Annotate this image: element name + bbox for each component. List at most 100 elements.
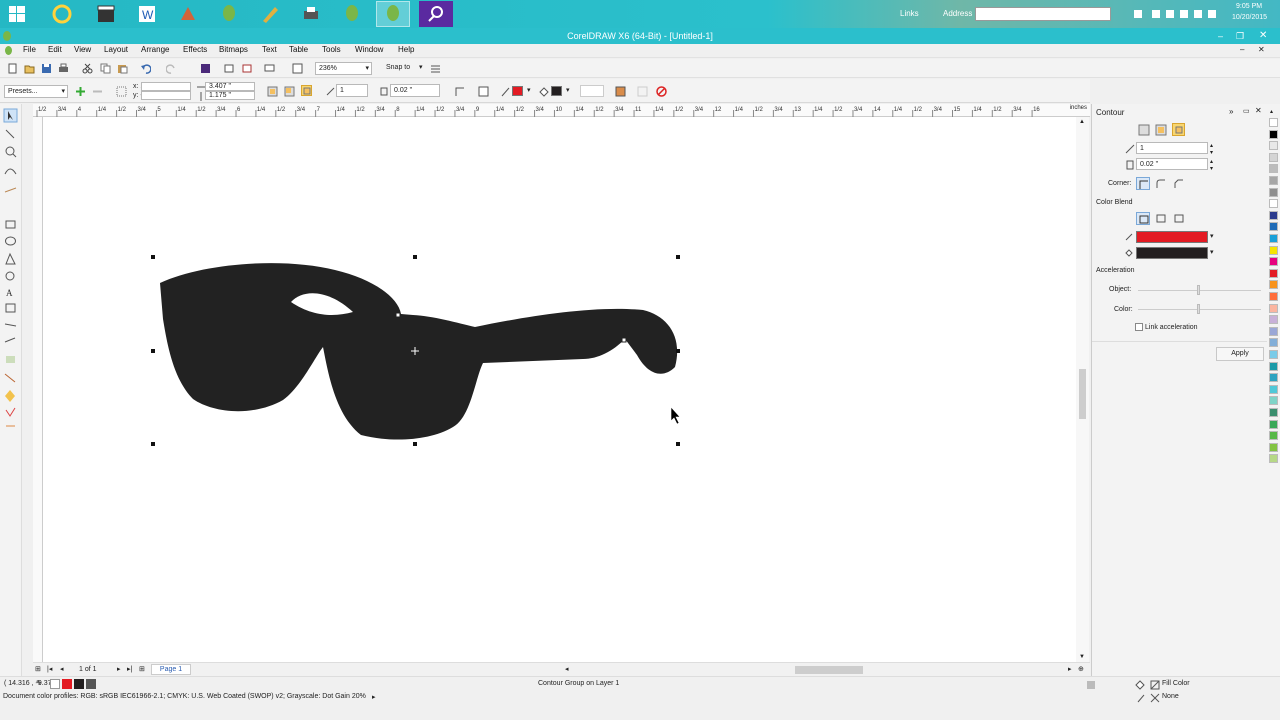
printer-taskbar-button[interactable] [294, 1, 328, 27]
doc-minimize-button[interactable]: – [1240, 45, 1244, 54]
redo-icon[interactable] [166, 63, 177, 74]
object-origin-icon[interactable] [116, 86, 127, 97]
linear-blend-icon[interactable] [1136, 212, 1150, 225]
menu-arrange[interactable]: Arrange [141, 45, 169, 54]
application-launcher-icon[interactable] [264, 63, 275, 74]
apply-button[interactable]: Apply [1216, 347, 1264, 361]
chevron-down-icon[interactable]: ▾ [419, 63, 423, 71]
vertical-scroll-thumb[interactable] [1079, 369, 1086, 419]
zoom-navigator-icon[interactable]: ⊕ [1078, 665, 1084, 673]
chevron-down-icon[interactable]: ▾ [1210, 248, 1214, 256]
palette-swatch[interactable] [1269, 442, 1278, 452]
palette-swatch[interactable] [1269, 338, 1278, 348]
ie-taskbar-button[interactable] [45, 1, 79, 27]
remove-preset-icon[interactable] [92, 86, 103, 97]
eyedropper-icon[interactable]: ✎ [36, 679, 42, 687]
fill-color-swatch[interactable] [551, 86, 562, 96]
palette-swatch[interactable] [1269, 431, 1278, 441]
palette-swatch[interactable] [1269, 419, 1278, 429]
corner-type-icon[interactable] [454, 86, 465, 97]
palette-swatch[interactable] [1269, 210, 1278, 220]
next-page-icon[interactable]: ▸ [117, 665, 121, 673]
add-preset-icon[interactable] [75, 86, 86, 97]
vertical-ruler[interactable] [33, 117, 43, 662]
corner-bevel-icon[interactable] [1172, 177, 1186, 190]
menu-view[interactable]: View [74, 45, 91, 54]
palette-swatch[interactable] [1269, 373, 1278, 383]
toolbox-icons[interactable]: A [0, 104, 22, 434]
docker-collapse-icon[interactable]: » [1229, 107, 1233, 116]
palette-swatch[interactable] [1269, 152, 1278, 162]
open-folder-icon[interactable] [24, 63, 35, 74]
black-swatch[interactable] [74, 679, 84, 689]
palette-scroll-up-icon[interactable]: ▴ [1270, 108, 1273, 115]
page-tab[interactable]: Page 1 [151, 664, 191, 675]
gray-swatch[interactable] [86, 679, 96, 689]
scroll-down-icon[interactable]: ▼ [1079, 654, 1085, 660]
palette-swatch[interactable] [1269, 303, 1278, 313]
palette-swatch[interactable] [1269, 268, 1278, 278]
palette-swatch[interactable] [1269, 234, 1278, 243]
outline-swatch[interactable] [1150, 693, 1160, 703]
contour-steps-field[interactable]: 1 [336, 84, 368, 97]
paste-icon[interactable] [117, 63, 128, 74]
offset-spinner[interactable]: ▴ ▾ [1210, 158, 1213, 172]
save-icon[interactable] [41, 63, 52, 74]
zoom-level-select[interactable]: 236% ▾ [315, 62, 372, 75]
contour-center-icon[interactable] [267, 86, 278, 97]
scroll-right-icon[interactable]: ▸ [1068, 665, 1072, 673]
search-taskbar-button[interactable] [419, 1, 453, 27]
tray-icons[interactable] [1132, 8, 1227, 20]
palette-swatch[interactable] [1269, 222, 1278, 232]
contour-offset-field[interactable]: 0.02 " [390, 84, 440, 97]
cut-icon[interactable] [82, 63, 93, 74]
welcome-screen-icon[interactable] [292, 63, 303, 74]
palette-swatch[interactable] [1269, 350, 1278, 359]
fill-swatch[interactable] [1150, 680, 1160, 690]
color-blend-icon[interactable] [478, 86, 489, 97]
palette-swatch[interactable] [1269, 292, 1278, 301]
start-button[interactable] [0, 1, 34, 27]
palette-swatch[interactable] [1269, 326, 1278, 336]
palette-swatch[interactable] [1269, 245, 1278, 255]
palette-swatch[interactable] [1269, 384, 1278, 394]
contour-inside-icon[interactable] [284, 86, 295, 97]
color-acceleration-thumb[interactable] [1197, 304, 1200, 314]
close-button[interactable]: ✕ [1259, 28, 1267, 44]
red-swatch[interactable] [62, 679, 72, 689]
drawing-canvas[interactable] [43, 117, 1076, 662]
maximize-button[interactable]: ❐ [1236, 28, 1244, 44]
no-color-swatch[interactable] [50, 679, 60, 689]
palette-swatch[interactable] [1269, 141, 1278, 151]
chevron-down-icon[interactable]: ▾ [1210, 232, 1214, 240]
word-taskbar-button[interactable]: W [130, 1, 164, 27]
clockwise-blend-icon[interactable] [1154, 212, 1168, 225]
contour-inside-icon[interactable] [1155, 124, 1167, 136]
outline-color-swatch[interactable] [512, 86, 523, 96]
corner-miter-icon[interactable] [1136, 177, 1150, 190]
scroll-left-icon[interactable]: ◂ [565, 665, 569, 673]
menu-edit[interactable]: Edit [48, 45, 62, 54]
horizontal-scroll-thumb[interactable] [795, 666, 863, 674]
page-layout-icon[interactable]: ⊞ [35, 665, 41, 673]
copy-contour-icon[interactable] [615, 86, 626, 97]
y-input-box[interactable] [141, 91, 191, 100]
export-icon[interactable] [224, 63, 235, 74]
object-acceleration-thumb[interactable] [1197, 285, 1200, 295]
menu-layout[interactable]: Layout [104, 45, 128, 54]
print-icon[interactable] [58, 63, 69, 74]
palette-swatch[interactable] [1269, 164, 1278, 174]
new-document-icon[interactable] [7, 63, 18, 74]
corel-taskbar-button[interactable] [212, 1, 246, 27]
contour-outside-icon[interactable] [301, 85, 312, 96]
import-icon[interactable] [200, 63, 211, 74]
undo-icon[interactable] [140, 63, 151, 74]
add-page-icon[interactable]: ⊞ [139, 665, 145, 673]
menu-text[interactable]: Text [262, 45, 277, 54]
doc-close-button[interactable]: ✕ [1258, 45, 1265, 54]
palette-swatch[interactable] [1269, 118, 1278, 127]
video-app-taskbar-button[interactable] [89, 1, 123, 27]
draw-taskbar-button[interactable] [253, 1, 287, 27]
corel-taskbar-button-2[interactable] [335, 1, 369, 27]
minimize-button[interactable]: – [1218, 28, 1223, 44]
